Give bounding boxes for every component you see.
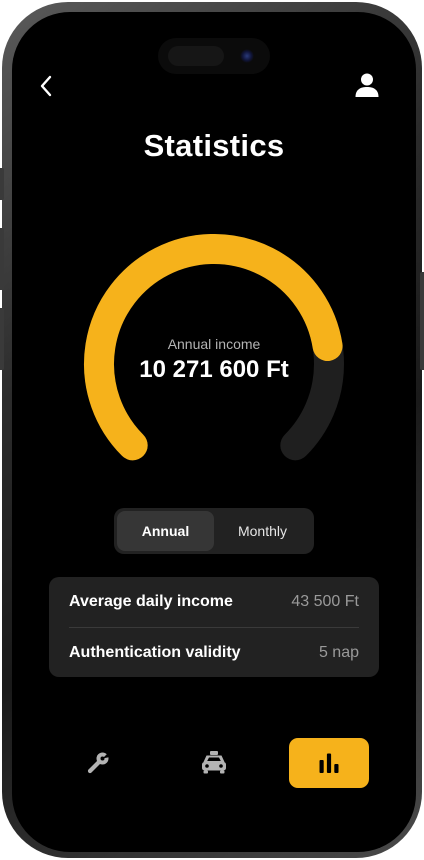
period-toggle: Annual Monthly (114, 508, 314, 554)
stat-value: 5 nap (318, 643, 359, 661)
user-icon (355, 73, 379, 97)
volume-up-button (0, 228, 4, 290)
action-button (0, 168, 4, 200)
gauge-label: Annual income (167, 336, 261, 352)
nav-taxi[interactable] (174, 738, 254, 788)
phone-frame: Statistics Annual income 10 271 600 Ft A… (0, 2, 424, 858)
chevron-left-icon (40, 75, 52, 97)
front-camera (240, 49, 254, 63)
nav-statistics[interactable] (289, 738, 369, 788)
stat-label: Authentication validity (69, 643, 241, 661)
island-sensor (168, 46, 224, 66)
stats-card: Average daily income 43 500 Ft Authentic… (49, 577, 379, 677)
screen: Statistics Annual income 10 271 600 Ft A… (12, 12, 416, 852)
dynamic-island (158, 38, 270, 74)
wrench-icon (87, 752, 110, 774)
power-button (420, 272, 424, 370)
taxi-icon (202, 751, 226, 774)
annual-tab[interactable]: Annual (117, 511, 214, 551)
stat-row-average-daily-income: Average daily income 43 500 Ft (69, 577, 359, 627)
profile-button[interactable] (352, 70, 382, 100)
bar-chart-icon (319, 753, 339, 773)
nav-service[interactable] (58, 738, 138, 788)
stat-label: Average daily income (69, 593, 233, 610)
stat-row-authentication-validity: Authentication validity 5 nap (69, 627, 359, 677)
monthly-tab[interactable]: Monthly (214, 511, 311, 551)
volume-down-button (0, 308, 4, 370)
page-title: Statistics (143, 128, 285, 163)
gauge-value: 10 271 600 Ft (139, 356, 289, 383)
bottom-nav (12, 738, 416, 790)
stat-value: 43 500 Ft (291, 593, 359, 610)
back-button[interactable] (32, 72, 60, 100)
